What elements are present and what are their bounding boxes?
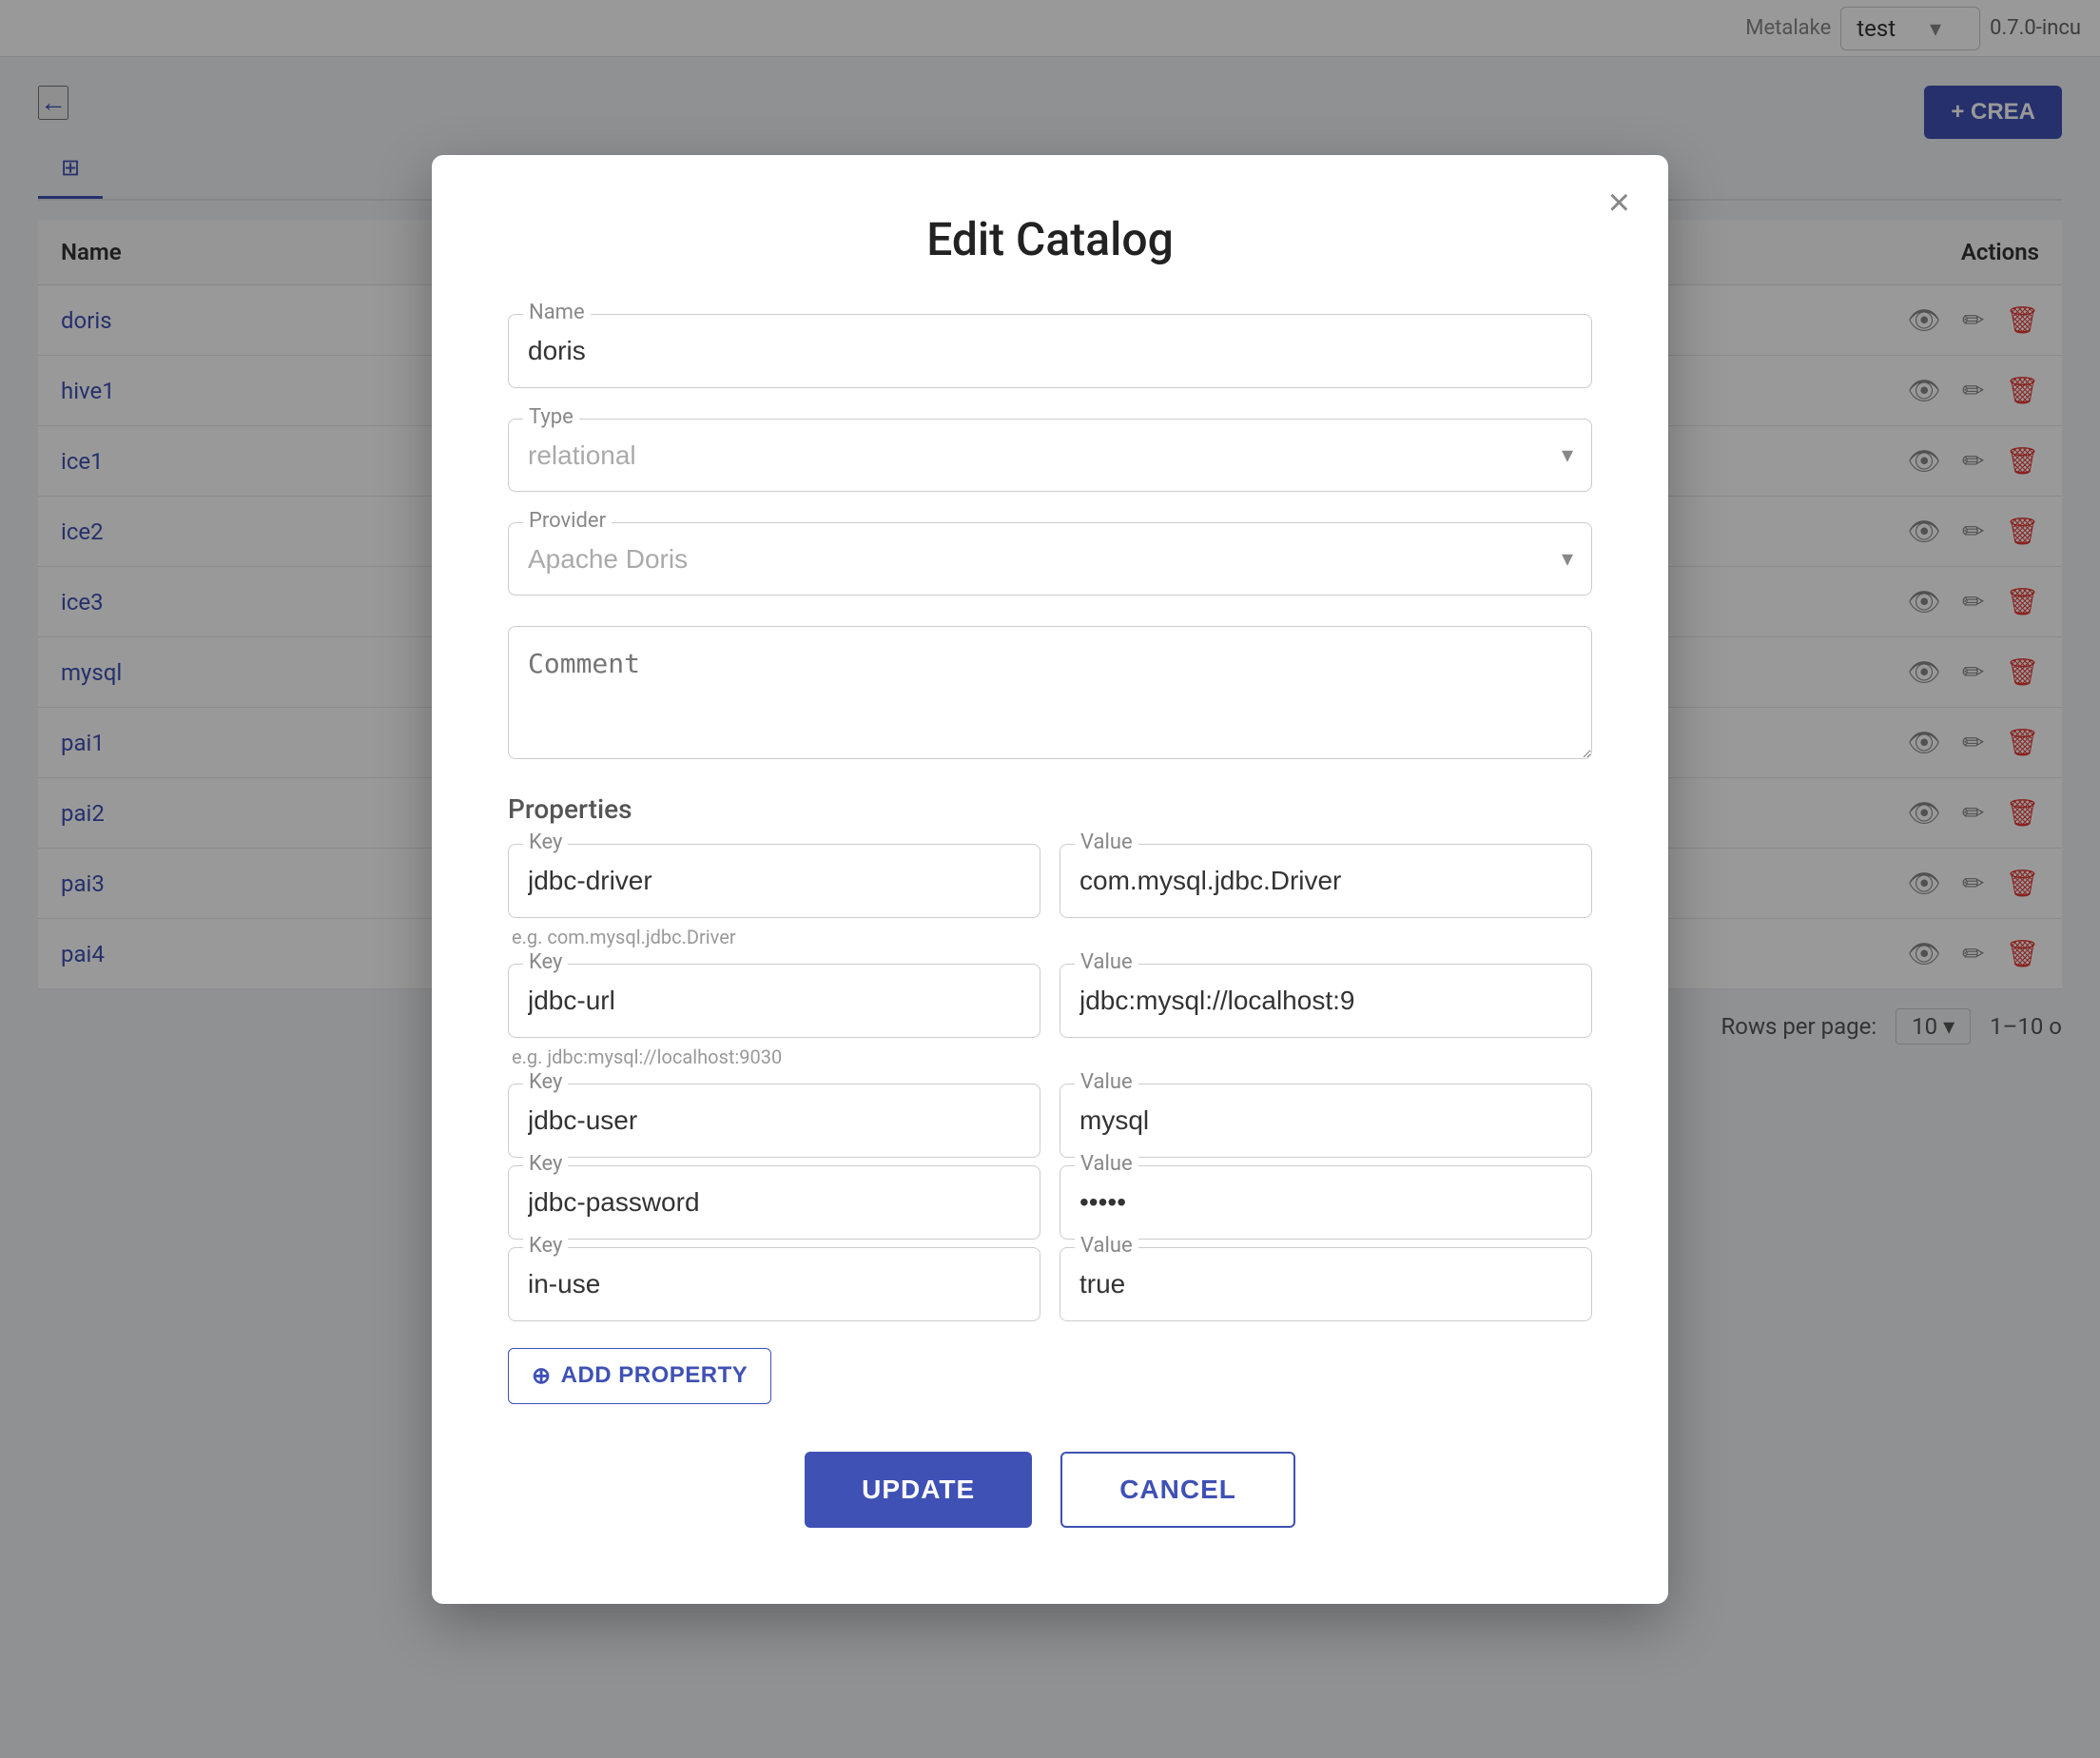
comment-field [508, 626, 1592, 763]
close-icon: × [1608, 182, 1630, 224]
property-key-field-4: Key [508, 1247, 1040, 1321]
property-value-input-4[interactable] [1060, 1247, 1592, 1321]
provider-label: Provider [523, 509, 612, 533]
property-key-label-3: Key [523, 1152, 568, 1176]
property-hint-1: e.g. jdbc:mysql://localhost:9030 [512, 1045, 1592, 1068]
modal-footer: UPDATE CANCEL [508, 1452, 1592, 1528]
property-value-label-2: Value [1075, 1070, 1138, 1094]
property-key-field-3: Key [508, 1165, 1040, 1240]
property-value-label-1: Value [1075, 950, 1138, 974]
property-value-input-0[interactable] [1060, 844, 1592, 918]
comment-input[interactable] [508, 626, 1592, 759]
edit-catalog-modal: × Edit Catalog Name Type relational ▾ Pr… [432, 155, 1668, 1604]
property-key-label-1: Key [523, 950, 568, 974]
property-group-4: Key Value [508, 1247, 1592, 1321]
property-key-input-4[interactable] [508, 1247, 1040, 1321]
property-value-field-3: Value [1060, 1165, 1592, 1240]
property-value-label-3: Value [1075, 1152, 1138, 1176]
properties-section: Properties Key Value e.g. com.mysql.jdbc… [508, 793, 1592, 1404]
property-value-field-0: Value [1060, 844, 1592, 918]
property-hint-0: e.g. com.mysql.jdbc.Driver [512, 926, 1592, 948]
type-field: Type relational ▾ [508, 419, 1592, 492]
property-row-4: Key Value [508, 1247, 1592, 1321]
property-value-label-0: Value [1075, 830, 1138, 854]
property-key-field-1: Key [508, 964, 1040, 1038]
property-row-0: Key Value [508, 844, 1592, 918]
property-row-1: Key Value [508, 964, 1592, 1038]
add-property-button[interactable]: ⊕ ADD PROPERTY [508, 1348, 771, 1404]
property-value-input-2[interactable] [1060, 1084, 1592, 1158]
property-key-label-4: Key [523, 1234, 568, 1258]
property-group-3: Key Value [508, 1165, 1592, 1240]
modal-overlay: × Edit Catalog Name Type relational ▾ Pr… [0, 0, 2100, 1758]
properties-title: Properties [508, 793, 1592, 825]
property-key-input-2[interactable] [508, 1084, 1040, 1158]
property-value-field-4: Value [1060, 1247, 1592, 1321]
property-group-2: Key Value [508, 1084, 1592, 1158]
type-select[interactable]: relational [508, 419, 1592, 492]
name-input[interactable] [508, 314, 1592, 388]
provider-field: Provider Apache Doris ▾ [508, 522, 1592, 596]
type-label: Type [523, 405, 579, 429]
property-key-input-0[interactable] [508, 844, 1040, 918]
property-group-1: Key Value e.g. jdbc:mysql://localhost:90… [508, 964, 1592, 1068]
provider-select[interactable]: Apache Doris [508, 522, 1592, 596]
provider-select-wrapper: Apache Doris ▾ [508, 522, 1592, 596]
property-group-0: Key Value e.g. com.mysql.jdbc.Driver [508, 844, 1592, 948]
name-label: Name [523, 301, 591, 324]
property-value-input-1[interactable] [1060, 964, 1592, 1038]
property-key-input-1[interactable] [508, 964, 1040, 1038]
property-value-field-2: Value [1060, 1084, 1592, 1158]
property-key-field-2: Key [508, 1084, 1040, 1158]
type-select-wrapper: relational ▾ [508, 419, 1592, 492]
property-key-label-0: Key [523, 830, 568, 854]
modal-title: Edit Catalog [508, 212, 1592, 266]
property-key-field-0: Key [508, 844, 1040, 918]
property-value-label-4: Value [1075, 1234, 1138, 1258]
modal-close-button[interactable]: × [1608, 184, 1630, 222]
property-key-input-3[interactable] [508, 1165, 1040, 1240]
plus-circle-icon: ⊕ [532, 1362, 552, 1390]
properties-container: Key Value e.g. com.mysql.jdbc.Driver Key… [508, 844, 1592, 1321]
property-value-input-3[interactable] [1060, 1165, 1592, 1240]
name-field: Name [508, 314, 1592, 388]
property-key-label-2: Key [523, 1070, 568, 1094]
property-value-field-1: Value [1060, 964, 1592, 1038]
update-label: UPDATE [862, 1475, 975, 1504]
property-row-2: Key Value [508, 1084, 1592, 1158]
cancel-label: CANCEL [1119, 1475, 1236, 1504]
add-property-label: ADD PROPERTY [561, 1362, 749, 1389]
property-row-3: Key Value [508, 1165, 1592, 1240]
cancel-button[interactable]: CANCEL [1060, 1452, 1295, 1528]
update-button[interactable]: UPDATE [805, 1452, 1032, 1528]
